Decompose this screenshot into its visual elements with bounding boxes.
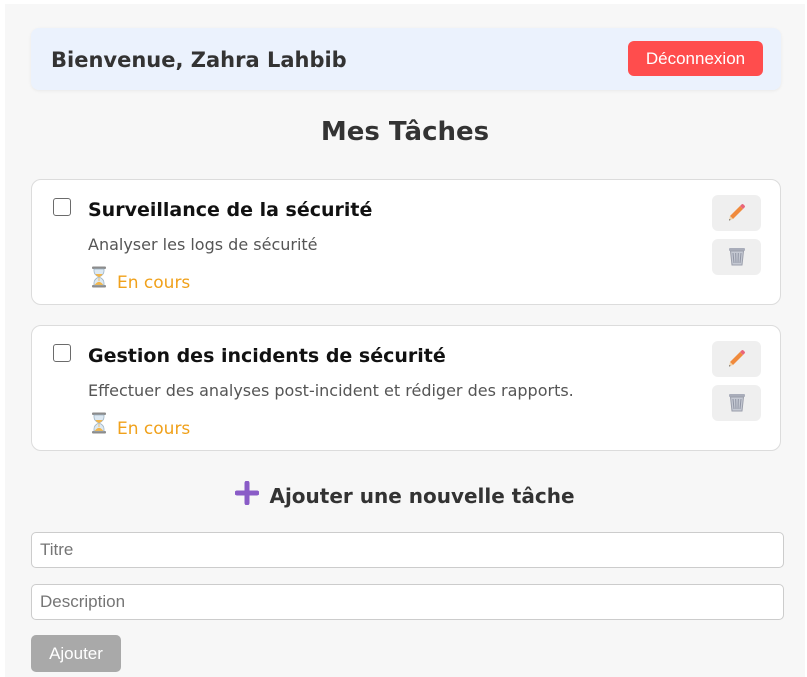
hourglass-icon (91, 412, 109, 439)
page: Bienvenue, Zahra Lahbib Déconnexion Mes … (5, 4, 805, 677)
edit-button[interactable] (712, 195, 761, 231)
status-label: En cours (117, 273, 191, 293)
title-input[interactable] (31, 532, 784, 568)
delete-button[interactable] (712, 385, 761, 421)
task-checkbox[interactable] (53, 198, 71, 216)
page-title: Mes Tâches (320, 117, 490, 147)
task-title: Surveillance de la sécurité (88, 199, 373, 221)
add-task-heading: Ajouter une nouvelle tâche (5, 480, 805, 510)
task-status: En cours (91, 266, 190, 293)
status-label: En cours (117, 419, 191, 439)
add-task-heading-label: Ajouter une nouvelle tâche (269, 483, 575, 508)
edit-button[interactable] (712, 341, 761, 377)
task-title: Gestion des incidents de sécurité (88, 345, 446, 367)
delete-button[interactable] (712, 239, 761, 275)
description-input[interactable] (31, 584, 784, 620)
task-checkbox[interactable] (53, 344, 71, 362)
logout-button[interactable]: Déconnexion (628, 41, 763, 76)
task-description: Analyser les logs de sécurité (88, 235, 318, 254)
task-description: Effectuer des analyses post-incident et … (88, 381, 574, 400)
task-status: En cours (91, 412, 190, 439)
add-task-button[interactable]: Ajouter (31, 635, 121, 672)
task-card: Surveillance de la sécurité Analyser les… (31, 179, 781, 305)
task-card: Gestion des incidents de sécurité Effect… (31, 325, 781, 451)
pencil-icon (726, 347, 748, 372)
welcome-text: Bienvenue, Zahra Lahbib (51, 48, 347, 72)
plus-icon (234, 480, 260, 510)
pencil-icon (726, 201, 748, 226)
wastebasket-icon (727, 245, 747, 270)
wastebasket-icon (727, 391, 747, 416)
hourglass-icon (91, 266, 109, 293)
header-bar: Bienvenue, Zahra Lahbib Déconnexion (31, 28, 781, 90)
